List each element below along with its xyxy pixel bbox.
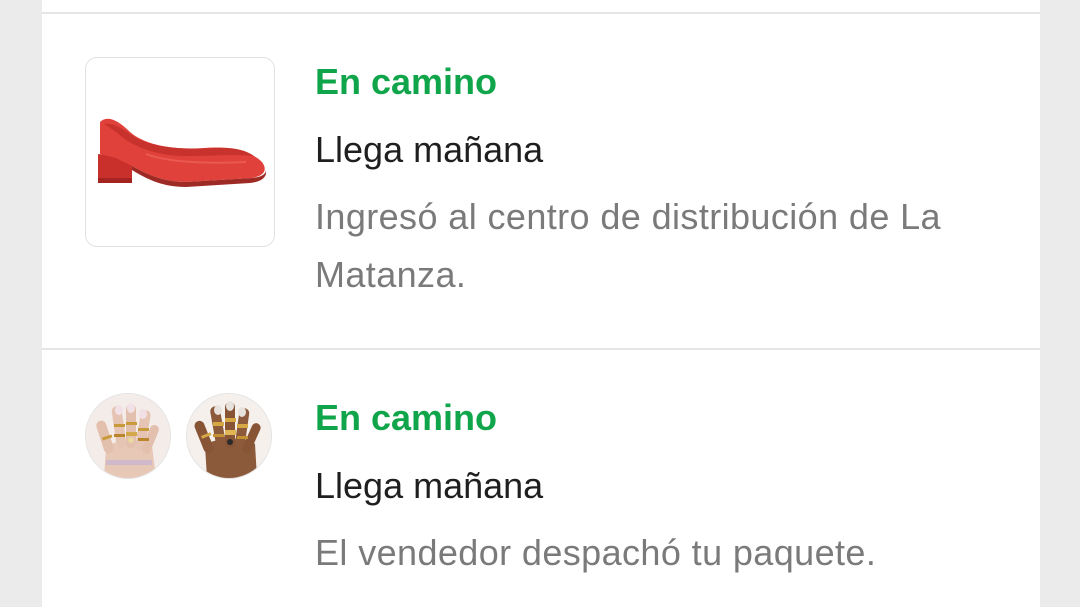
shipment-status: En camino xyxy=(315,397,498,438)
product-thumbnail xyxy=(186,393,272,479)
rings-hand-image xyxy=(187,394,271,478)
red-shoe-image xyxy=(98,118,266,187)
shipment-row[interactable]: En camino Llega mañana Ingresó al centro… xyxy=(42,14,1040,348)
shipment-detail: Ingresó al centro de distribución de La … xyxy=(315,196,941,295)
product-thumbnail xyxy=(85,393,171,479)
shipment-eta: Llega mañana xyxy=(315,465,544,506)
shipment-eta: Llega mañana xyxy=(315,129,544,170)
shipment-row[interactable]: En camino Llega mañana El vendedor despa… xyxy=(42,350,1040,607)
rings-hand-image xyxy=(86,394,170,478)
shipment-status: En camino xyxy=(315,61,498,102)
product-thumbnail xyxy=(85,57,275,247)
shipment-detail: El vendedor despachó tu paquete. xyxy=(315,532,877,573)
shipments-card: En camino Llega mañana Ingresó al centro… xyxy=(42,0,1040,607)
shipment-info: En camino Llega mañana Ingresó al centro… xyxy=(315,60,1010,304)
shipment-info: En camino Llega mañana El vendedor despa… xyxy=(315,396,1010,582)
